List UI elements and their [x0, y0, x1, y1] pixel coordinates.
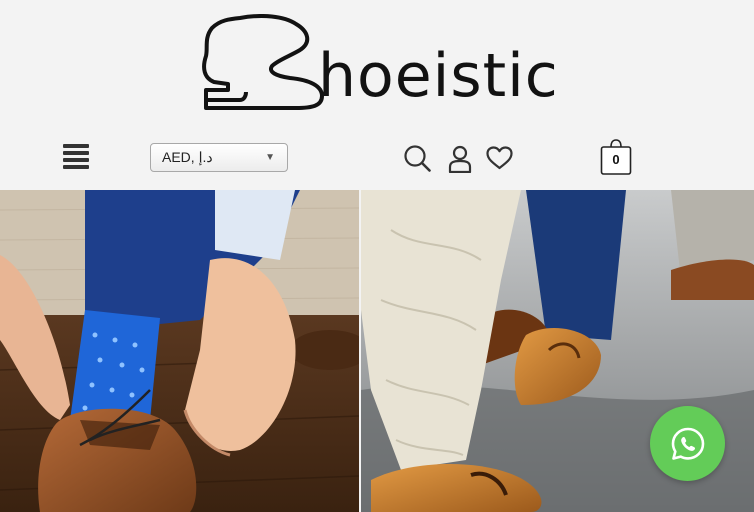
- user-icon[interactable]: [448, 145, 472, 173]
- header-toolbar: AED, د.إ ▼ 0: [0, 132, 754, 186]
- currency-selected-value: AED, د.إ: [162, 149, 213, 165]
- shoe-logo-icon: [202, 14, 324, 110]
- caret-down-icon: ▼: [265, 152, 275, 163]
- shoeistic-logo[interactable]: hoeistic: [200, 14, 560, 114]
- heart-icon[interactable]: [486, 146, 513, 170]
- menu-bar: [63, 151, 89, 155]
- search-icon[interactable]: [403, 144, 431, 172]
- cart-button[interactable]: 0: [600, 138, 632, 176]
- cart-count: 0: [612, 152, 620, 167]
- menu-bar: [63, 165, 89, 169]
- whatsapp-chat-button[interactable]: [650, 406, 725, 481]
- logo-text: hoeistic: [318, 41, 559, 111]
- hero-image-left[interactable]: [0, 190, 359, 512]
- currency-select[interactable]: AED, د.إ ▼: [150, 143, 288, 172]
- hamburger-menu-icon[interactable]: [63, 144, 89, 170]
- hero-photo-tying-shoes: [0, 190, 359, 512]
- whatsapp-icon: [671, 427, 705, 460]
- menu-bar: [63, 144, 89, 148]
- menu-bar: [63, 158, 89, 162]
- site-header: hoeistic AED, د.إ ▼ 0: [0, 0, 754, 188]
